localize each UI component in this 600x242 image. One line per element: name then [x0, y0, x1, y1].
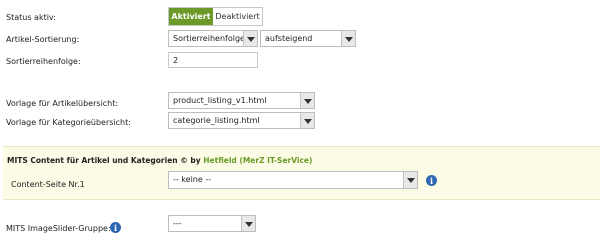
content-page-value: -- keine -- — [173, 175, 212, 184]
slider-label: MITS ImageSlider-Gruppe: — [6, 224, 111, 233]
chevron-down-icon — [300, 113, 314, 128]
sort-order-input[interactable]: 2 — [168, 52, 258, 68]
activated-button[interactable]: Aktiviert — [169, 8, 213, 25]
sort-field-select[interactable]: Sortierreihenfolge — [168, 30, 258, 47]
content-page-select[interactable]: -- keine -- — [168, 171, 418, 189]
product-template-value: product_listing_v1.html — [173, 96, 267, 105]
panel-title-prefix: MITS Content für Artikel und Kategorien … — [7, 156, 201, 165]
sort-direction-select[interactable]: aufsteigend — [260, 30, 356, 47]
category-template-select[interactable]: categorie_listing.html — [168, 112, 315, 129]
info-icon[interactable]: i — [426, 175, 437, 186]
product-template-label: Vorlage für Artikelübersicht: — [6, 99, 119, 108]
author-link[interactable]: Hetfield (MerZ IT-SerVice) — [203, 156, 312, 165]
status-toggle[interactable]: Aktiviert Deaktiviert — [168, 7, 263, 26]
slider-group-select[interactable]: --- — [168, 215, 256, 232]
chevron-down-icon — [403, 172, 417, 188]
content-page-label: Content-Seite Nr.1 — [11, 180, 85, 189]
panel-title: MITS Content für Artikel und Kategorien … — [7, 155, 312, 166]
deactivated-button[interactable]: Deaktiviert — [213, 8, 262, 25]
category-template-value: categorie_listing.html — [173, 116, 260, 125]
chevron-down-icon — [300, 93, 314, 108]
sort-order-value: 2 — [173, 56, 179, 65]
chevron-down-icon — [241, 216, 255, 231]
chevron-down-icon — [243, 31, 257, 46]
info-icon[interactable]: i — [110, 222, 121, 233]
sort-field-value: Sortierreihenfolge — [173, 34, 245, 43]
category-template-label: Vorlage für Kategorieübersicht: — [6, 118, 131, 127]
sort-order-label: Sortierreihenfolge: — [6, 57, 81, 66]
status-label: Status aktiv: — [6, 13, 56, 22]
content-panel: MITS Content für Artikel und Kategorien … — [3, 146, 600, 200]
chevron-down-icon — [341, 31, 355, 46]
slider-group-value: --- — [173, 219, 182, 228]
product-template-select[interactable]: product_listing_v1.html — [168, 92, 315, 109]
sort-direction-value: aufsteigend — [265, 34, 313, 43]
sorting-label: Artikel-Sortierung: — [6, 35, 80, 44]
